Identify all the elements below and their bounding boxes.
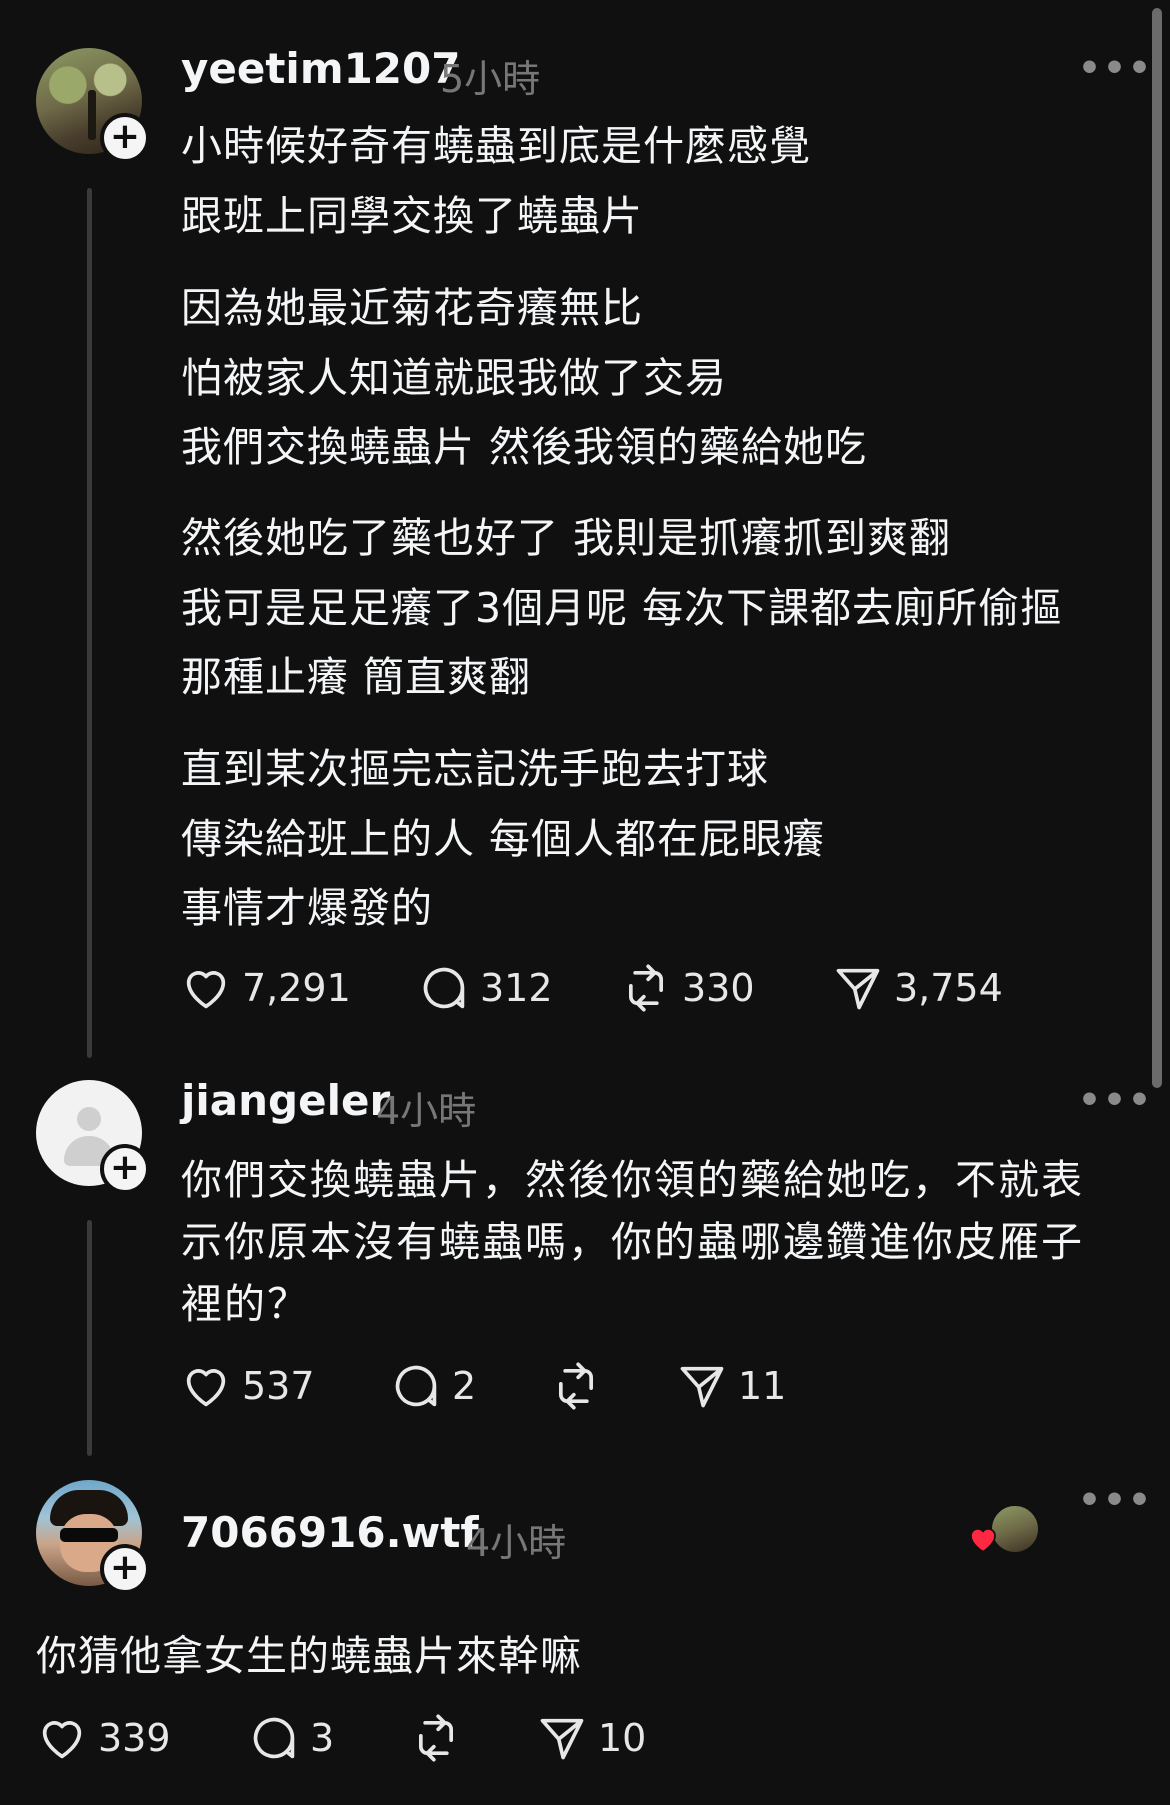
post-text-line: 我們交換蟯蟲片 然後我領的藥給她吃 <box>181 423 868 471</box>
comment-bubble-icon <box>423 967 465 1009</box>
repost-icon <box>418 1714 454 1762</box>
like-count: 7,291 <box>242 966 351 1010</box>
repost-count: 330 <box>682 966 755 1010</box>
share-count: 3,754 <box>894 966 1003 1010</box>
post-text-line: 然後她吃了藥也好了 我則是抓癢抓到爽翻 <box>181 514 952 562</box>
follow-plus-icon[interactable]: + <box>100 1144 150 1194</box>
post-text-line: 示你原本沒有蟯蟲嗎，你的蟲哪邊鑽進你皮雁子 <box>181 1218 1084 1266</box>
post-text-line: 傳染給班上的人 每個人都在屁眼癢 <box>181 815 826 863</box>
more-dots-icon[interactable]: ••• <box>1078 1080 1153 1121</box>
share-button[interactable]: 3,754 <box>832 962 1003 1014</box>
comment-button[interactable]: 2 <box>390 1360 476 1412</box>
repost-button[interactable] <box>410 1712 462 1764</box>
heart-icon <box>186 1369 226 1407</box>
repost-icon <box>628 964 664 1012</box>
like-button[interactable]: 537 <box>180 1360 315 1412</box>
follow-plus-icon[interactable]: + <box>100 113 150 163</box>
comment-count: 2 <box>452 1364 477 1408</box>
like-count: 537 <box>242 1364 315 1408</box>
timestamp: 5小時 <box>440 57 541 101</box>
send-icon <box>540 1718 584 1760</box>
comment-count: 3 <box>310 1716 335 1760</box>
comment-bubble-icon <box>395 1365 437 1407</box>
repost-icon <box>558 1362 594 1410</box>
red-heart-icon <box>970 1528 996 1553</box>
like-button[interactable]: 7,291 <box>180 962 351 1014</box>
post-text-line: 直到某次摳完忘記洗手跑去打球 <box>181 745 769 793</box>
post-text-line: 小時候好奇有蟯蟲到底是什麼感覺 <box>181 122 811 170</box>
like-button[interactable]: 339 <box>36 1712 171 1764</box>
comment-bubble-icon <box>253 1717 295 1759</box>
repost-button[interactable]: 330 <box>620 962 755 1014</box>
comment-button[interactable]: 3 <box>248 1712 334 1764</box>
send-icon <box>680 1366 724 1408</box>
comment-count: 312 <box>480 966 553 1010</box>
post-text-line: 怕被家人知道就跟我做了交易 <box>181 354 727 402</box>
share-count: 10 <box>598 1716 647 1760</box>
post-text-line: 那種止癢 簡直爽翻 <box>181 653 532 701</box>
username[interactable]: yeetim1207 <box>181 44 460 93</box>
username[interactable]: jiangeler <box>181 1076 390 1125</box>
timestamp: 4小時 <box>376 1089 477 1133</box>
post-text-line: 我可是足足癢了3個月呢 每次下課都去廁所偷摳 <box>181 584 1063 632</box>
follow-plus-icon[interactable]: + <box>100 1544 150 1594</box>
thread-line <box>87 1220 92 1456</box>
repost-button[interactable] <box>550 1360 602 1412</box>
scrollbar[interactable] <box>1152 8 1162 1088</box>
share-count: 11 <box>738 1364 787 1408</box>
author-liked-indicator <box>966 1504 1040 1556</box>
more-dots-icon[interactable]: ••• <box>1078 1480 1153 1521</box>
share-button[interactable]: 10 <box>536 1712 646 1764</box>
more-dots-icon[interactable]: ••• <box>1078 48 1153 89</box>
post-text-line: 事情才爆發的 <box>181 884 433 932</box>
timestamp: 4小時 <box>466 1521 567 1565</box>
heart-icon <box>186 971 226 1009</box>
share-button[interactable]: 11 <box>676 1360 786 1412</box>
post-text-line: 因為她最近菊花奇癢無比 <box>181 284 643 332</box>
comment-button[interactable]: 312 <box>418 962 553 1014</box>
thread-line <box>87 188 92 1058</box>
post-text-line: 跟班上同學交換了蟯蟲片 <box>181 192 643 240</box>
post-text-line: 你們交換蟯蟲片，然後你領的藥給她吃，不就表 <box>181 1156 1084 1204</box>
like-count: 339 <box>98 1716 171 1760</box>
post-text-line: 裡的？ <box>181 1280 310 1328</box>
send-icon <box>836 968 880 1010</box>
username[interactable]: 7066916.wtf <box>181 1508 479 1557</box>
heart-icon <box>42 1721 82 1759</box>
post-text-line: 你猜他拿女生的蟯蟲片來幹嘛 <box>36 1632 582 1680</box>
